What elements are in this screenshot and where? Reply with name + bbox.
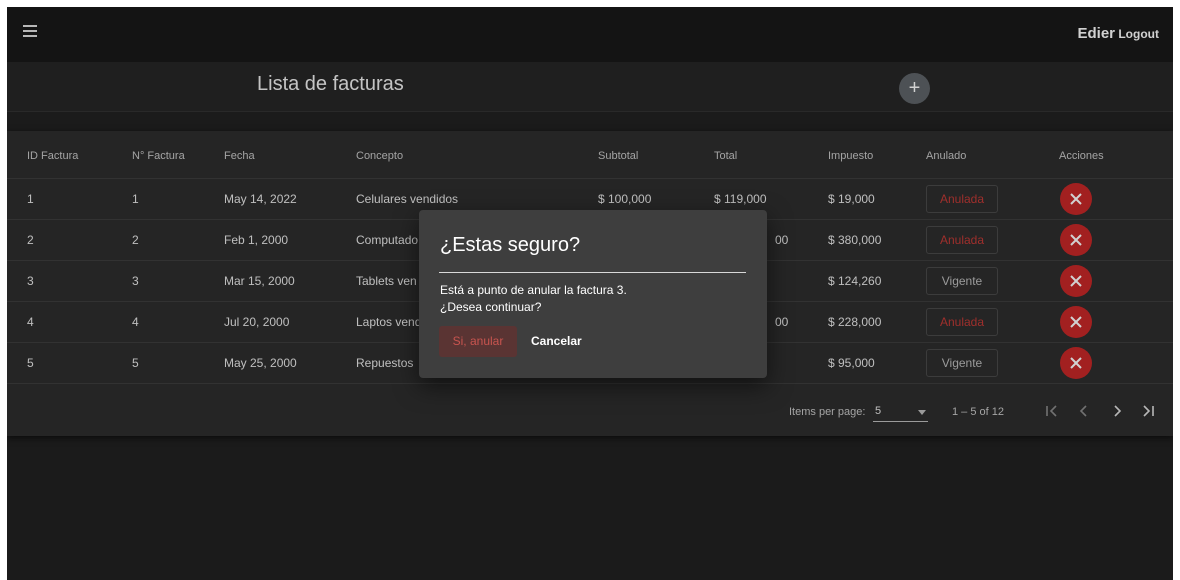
- app-window: Edier Logout Lista de facturas + ID Fact…: [7, 7, 1173, 580]
- dialog-title: ¿Estas seguro?: [440, 234, 581, 256]
- cancel-button[interactable]: Cancelar: [531, 334, 582, 348]
- dialog-divider: [439, 272, 746, 273]
- confirm-annul-button[interactable]: Si, anular: [439, 326, 517, 357]
- dialog-question: ¿Desea continuar?: [440, 300, 542, 314]
- dialog-message: Está a punto de anular la factura 3.: [440, 283, 627, 297]
- confirm-dialog: ¿Estas seguro? Está a punto de anular la…: [419, 210, 767, 378]
